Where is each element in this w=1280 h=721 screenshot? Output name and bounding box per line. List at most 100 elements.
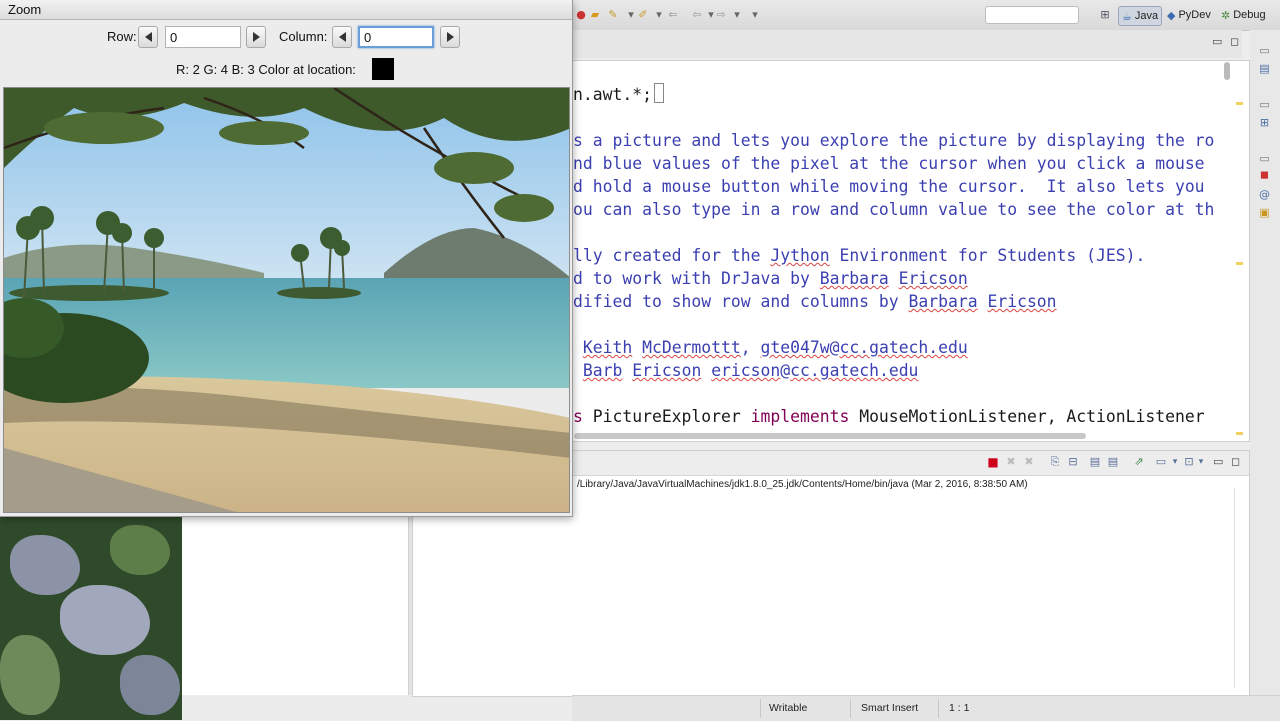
code-token: Ericson [632, 361, 702, 380]
code-token: cc.gatech.edu [790, 361, 919, 380]
remove-launch-icon[interactable]: ✖ [1005, 456, 1017, 468]
code-token: lly created for the [573, 246, 771, 265]
code-line[interactable]: ou can also type in a row and column val… [573, 198, 1214, 221]
restore-icon[interactable]: ▭ [1258, 44, 1271, 57]
row-next-button[interactable] [246, 26, 266, 48]
code-line[interactable]: dified to show row and columns by Barbar… [573, 290, 1214, 313]
code-token: ericson [711, 361, 781, 380]
restore-icon[interactable]: ▭ [1258, 152, 1271, 165]
main-toolbar: ● ▰ ✎ ▾ ✐ ▾ ⇐ ⇦ ▾ ⇨ ▾ ▾ ⊞ ☕ Java ◆ PyDev… [572, 0, 1280, 31]
code-token: n.awt.*; [573, 85, 652, 104]
clear-console-icon[interactable]: ⎘ [1049, 456, 1061, 468]
code-token: , [740, 338, 761, 357]
code-line[interactable] [573, 382, 1214, 405]
desktop-wallpaper [0, 515, 182, 720]
editor-vertical-scrollbar[interactable] [1224, 62, 1232, 432]
status-cursor-position: 1 : 1 [949, 702, 970, 714]
code-line[interactable] [573, 221, 1214, 244]
code-line[interactable] [573, 106, 1214, 129]
dropdown-icon[interactable]: ▾ [730, 8, 744, 22]
code-text[interactable]: n.awt.*; s a picture and lets you explore… [573, 83, 1214, 428]
column-previous-button[interactable] [332, 26, 352, 48]
picture-canvas[interactable] [3, 87, 570, 513]
dropdown-icon[interactable]: ▾ [1169, 456, 1181, 468]
annotation-marker[interactable] [1236, 102, 1243, 105]
minimize-icon[interactable]: ▭ [1212, 35, 1222, 48]
console-launch-info: /Library/Java/JavaVirtualMachines/jdk1.8… [577, 479, 1028, 490]
dropdown-icon[interactable]: ▾ [748, 8, 762, 22]
column-label: Column: [279, 29, 328, 44]
code-token: gte047w [760, 338, 830, 357]
code-line[interactable] [573, 313, 1214, 336]
code-token: Barb [582, 361, 623, 380]
row-previous-button[interactable] [138, 26, 158, 48]
annotation-marker[interactable] [1236, 262, 1243, 265]
perspective-label: Debug [1233, 9, 1266, 21]
dropdown-icon[interactable]: ▾ [652, 8, 666, 22]
column-input[interactable] [358, 26, 434, 48]
quick-access-input[interactable] [985, 6, 1079, 24]
annotation-marker[interactable] [1236, 432, 1243, 435]
code-line[interactable]: d to work with DrJava by Barbara Ericson [573, 267, 1214, 290]
show-on-error-icon[interactable]: ▤ [1107, 456, 1119, 468]
code-token: dified to show row and columns by [573, 292, 909, 311]
perspective-pydev[interactable]: ◆ PyDev [1164, 6, 1214, 24]
window-title-bar[interactable]: Zoom [0, 0, 572, 20]
outline-icon[interactable]: ▤ [1258, 62, 1271, 75]
row-input[interactable] [165, 26, 241, 48]
open-console-icon[interactable]: ⊡ [1183, 456, 1195, 468]
forward-icon[interactable]: ⇨ [714, 8, 728, 22]
color-info-label: R: 2 G: 4 B: 3 Color at location: [176, 62, 356, 77]
run-icon[interactable]: ● [574, 8, 588, 22]
code-line[interactable]: Barb Ericson ericson@cc.gatech.edu [573, 359, 1214, 382]
code-token: @ [829, 338, 840, 357]
declaration-icon[interactable]: ▣ [1258, 206, 1271, 219]
javadoc-icon[interactable]: @ [1258, 188, 1271, 201]
window-title: Zoom [8, 2, 42, 17]
hierarchy-icon[interactable]: ⊞ [1258, 116, 1271, 129]
code-token: s [573, 407, 583, 426]
code-token: Barbara [819, 269, 889, 288]
display-console-icon[interactable]: ▭ [1155, 456, 1167, 468]
open-perspective-icon[interactable]: ⊞ [1098, 8, 1112, 22]
remove-all-icon[interactable]: ✖ [1023, 456, 1035, 468]
arrow-right-icon [253, 32, 260, 42]
column-next-button[interactable] [440, 26, 460, 48]
code-line[interactable]: s a picture and lets you explore the pic… [573, 129, 1214, 152]
code-line[interactable]: d hold a mouse button while moving the c… [573, 175, 1214, 198]
edit-icon[interactable]: ✎ [606, 8, 620, 22]
show-on-output-icon[interactable]: ▤ [1089, 456, 1101, 468]
previous-edit-icon[interactable]: ⇐ [666, 8, 680, 22]
code-token: d to work with DrJava by [573, 269, 820, 288]
open-folder-icon[interactable]: ▰ [588, 8, 602, 22]
restore-icon[interactable]: ▭ [1258, 98, 1271, 111]
console-vertical-scrollbar[interactable] [1234, 488, 1245, 688]
perspective-debug[interactable]: ✲ Debug [1218, 6, 1269, 24]
problems-icon[interactable]: ◼ [1258, 168, 1271, 181]
code-line[interactable]: n.awt.*; [573, 83, 1214, 106]
pin-console-icon[interactable]: ⇗ [1133, 456, 1145, 468]
perspective-java[interactable]: ☕ Java [1118, 6, 1163, 26]
annotation-icon[interactable]: ✐ [636, 8, 650, 22]
minimize-icon[interactable]: ▭ [1213, 455, 1223, 468]
code-line[interactable]: nd blue values of the pixel at the curso… [573, 152, 1214, 175]
overview-ruler[interactable] [1234, 62, 1244, 438]
code-line[interactable]: s PictureExplorer implements MouseMotion… [573, 405, 1214, 428]
dropdown-icon[interactable]: ▾ [1195, 456, 1207, 468]
maximize-icon[interactable]: ◻ [1230, 35, 1239, 48]
editor-horizontal-scrollbar[interactable] [574, 432, 1226, 440]
terminate-icon[interactable]: ■ [987, 456, 999, 468]
scroll-lock-icon[interactable]: ⊟ [1067, 456, 1079, 468]
code-token: ou can also type in a row and column val… [573, 200, 1215, 219]
right-trim-bar [1250, 30, 1280, 695]
status-bar: Writable Smart Insert 1 : 1 [572, 695, 1280, 721]
code-line[interactable]: lly created for the Jython Environment f… [573, 244, 1214, 267]
code-line[interactable]: Keith McDermottt, gte047w@cc.gatech.edu [573, 336, 1214, 359]
code-token: s a picture and lets you explore the pic… [573, 131, 1215, 150]
maximize-icon[interactable]: ◻ [1231, 455, 1240, 468]
debug-perspective-icon: ✲ [1221, 8, 1231, 22]
back-icon[interactable]: ⇦ [690, 8, 704, 22]
arrow-right-icon [447, 32, 454, 42]
